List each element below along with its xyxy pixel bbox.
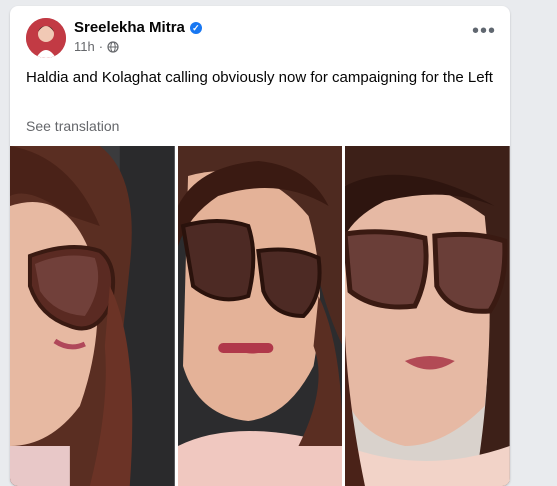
post-card: Sreelekha Mitra ✓ 11h · ••• Haldia and K… xyxy=(10,6,510,486)
post-timestamp[interactable]: 11h xyxy=(74,39,95,54)
post-meta: 11h · xyxy=(74,39,119,54)
photo-grid xyxy=(10,146,510,486)
photo-2[interactable] xyxy=(177,146,343,486)
see-translation-link[interactable]: See translation xyxy=(26,118,119,134)
verified-badge-icon: ✓ xyxy=(189,21,202,34)
more-options-icon[interactable]: ••• xyxy=(472,21,496,42)
author-row: Sreelekha Mitra ✓ xyxy=(74,19,202,36)
photo-3[interactable] xyxy=(345,146,510,486)
post-caption: Haldia and Kolaghat calling obviously no… xyxy=(26,69,493,86)
globe-icon[interactable] xyxy=(107,40,119,53)
author-name[interactable]: Sreelekha Mitra xyxy=(74,19,185,36)
photo-1[interactable] xyxy=(10,146,175,486)
meta-separator: · xyxy=(98,39,104,54)
author-avatar[interactable] xyxy=(26,18,66,58)
